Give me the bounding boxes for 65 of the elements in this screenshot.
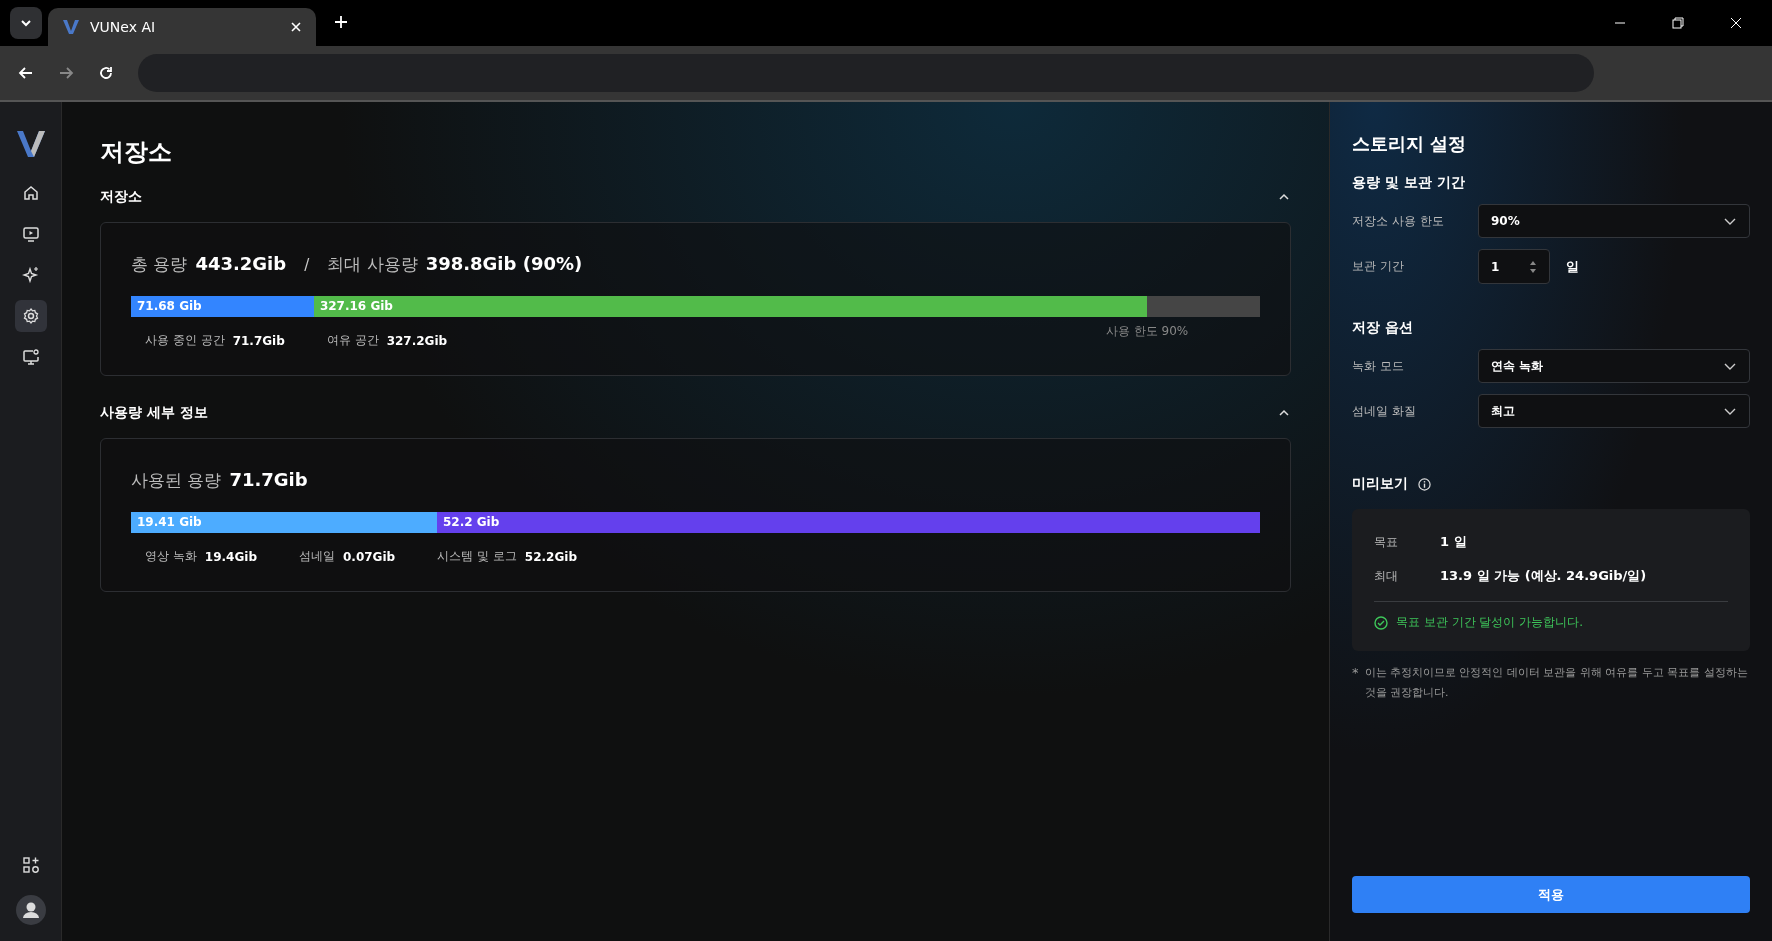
legend-label: 사용 중인 공간 xyxy=(145,332,225,349)
note-mark: * xyxy=(1352,664,1359,682)
forward-icon[interactable] xyxy=(58,65,74,81)
legend-value: 19.4Gib xyxy=(204,549,257,564)
field-label: 보관 기간 xyxy=(1352,258,1405,275)
limit-label: 사용 한도 90% xyxy=(1105,323,1189,340)
info-icon[interactable] xyxy=(1418,477,1431,491)
section-heading: 저장소 xyxy=(100,188,142,206)
tab-title: VUNex AI xyxy=(90,19,157,35)
field-label: 저장소 사용 한도 xyxy=(1352,212,1445,230)
monitor-play-icon xyxy=(21,225,40,243)
legend-value: 52.2Gib xyxy=(524,549,577,564)
nav-item[interactable] xyxy=(14,300,47,332)
legend-value: 71.7Gib xyxy=(232,333,285,348)
legend-label: 섬네일 xyxy=(299,548,335,565)
summary-label: 사용된 용량 xyxy=(131,469,222,492)
tab-list-button[interactable] xyxy=(10,7,42,39)
legend-label: 여유 공간 xyxy=(326,332,379,349)
dropdown[interactable]: 90% xyxy=(1478,204,1750,238)
status-message: 목표 보관 기간 달성이 가능합니다. xyxy=(1396,614,1584,631)
restore-icon[interactable] xyxy=(1672,17,1684,29)
dropdown[interactable]: 연속 녹화 xyxy=(1478,349,1750,383)
settings-icon xyxy=(21,307,40,325)
page-title: 저장소 xyxy=(100,137,173,168)
monitor-gear-icon xyxy=(21,348,40,366)
separator-text: / xyxy=(304,256,310,274)
summary-value: 71.7Gib xyxy=(229,469,308,490)
section-heading: 사용량 세부 정보 xyxy=(100,404,208,422)
note-text: 이는 추정치이므로 안정적인 데이터 보관을 위해 여유를 두고 목표를 설정하는 것을 권장합니다. xyxy=(1364,665,1749,701)
apps-icon[interactable] xyxy=(21,856,40,874)
avatar-icon[interactable] xyxy=(15,895,46,925)
logo-icon xyxy=(15,130,46,158)
group-heading: 미리보기 xyxy=(1352,475,1408,493)
usage-bar-segment: 71.68 Gib xyxy=(131,296,314,317)
legend-label: 영상 녹화 xyxy=(145,548,197,565)
home-icon xyxy=(21,184,40,202)
close-icon[interactable] xyxy=(1730,17,1742,29)
reload-icon[interactable] xyxy=(98,65,114,81)
field-label: 녹화 모드 xyxy=(1352,357,1405,375)
preview-label: 최대 xyxy=(1374,567,1399,585)
field-label: 섬네일 화질 xyxy=(1352,402,1417,420)
new-tab-icon[interactable] xyxy=(334,15,348,29)
group-heading: 용량 및 보관 기간 xyxy=(1352,174,1466,192)
legend-value: 327.2Gib xyxy=(386,333,448,348)
summary-value: 398.8Gib (90%) xyxy=(425,253,583,274)
dropdown[interactable]: 최고 xyxy=(1478,394,1750,428)
unit-label: 일 xyxy=(1566,257,1579,276)
logo-icon xyxy=(62,19,80,35)
summary-label: 최대 사용량 xyxy=(327,253,418,276)
group-heading: 저장 옵션 xyxy=(1352,319,1414,337)
preview-label: 목표 xyxy=(1374,533,1399,551)
legend-value: 0.07Gib xyxy=(343,549,396,564)
number-field[interactable]: 1 xyxy=(1478,249,1550,284)
sparkle-icon xyxy=(21,266,40,284)
preview-value: 1 일 xyxy=(1440,533,1467,551)
legend-label: 시스템 및 로그 xyxy=(437,548,517,565)
back-icon[interactable] xyxy=(18,65,34,81)
close-icon[interactable] xyxy=(290,21,302,33)
apply-button[interactable]: 적용 xyxy=(1352,876,1750,913)
preview-value: 13.9 일 가능 (예상. 24.9Gib/일) xyxy=(1440,567,1647,585)
usage-bar-segment: 19.41 Gib xyxy=(131,512,437,533)
panel-title: 스토리지 설정 xyxy=(1352,132,1468,156)
summary-label: 총 용량 xyxy=(131,253,188,276)
browser-tab[interactable]: VUNex AI xyxy=(48,8,316,46)
summary-value: 443.2Gib xyxy=(195,253,287,274)
